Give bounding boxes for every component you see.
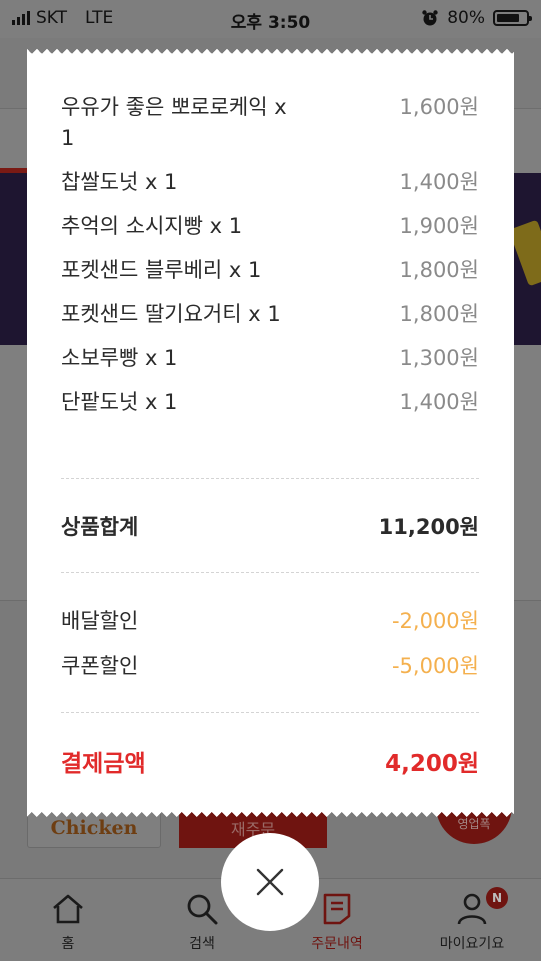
order-list-icon: [323, 893, 351, 925]
order-item: 포켓샌드 블루베리 x 1 1,800원: [61, 255, 479, 286]
nav-item-home[interactable]: 홈: [8, 885, 128, 953]
order-item-price: 1,300원: [399, 346, 479, 370]
order-item-price: 1,400원: [399, 390, 479, 414]
order-item-price: 1,800원: [399, 302, 479, 326]
order-item-name: 추억의 소시지빵 x 1: [61, 214, 243, 238]
delivery-discount-label: 배달할인: [61, 609, 139, 633]
order-item: 추억의 소시지빵 x 1 1,900원: [61, 211, 479, 242]
background-banner-right: [508, 173, 541, 345]
subtotal-value: 11,200원: [378, 515, 479, 539]
receipt-zigzag-top: [27, 49, 514, 57]
coupon-discount-label: 쿠폰할인: [61, 654, 139, 678]
nav-label: 검색: [189, 936, 215, 952]
subtotal-row: 상품합계 11,200원: [61, 511, 479, 541]
nav-item-my-yogiyo[interactable]: N 마이요기요: [412, 885, 532, 953]
payment-total-label: 결제금액: [61, 751, 146, 777]
nav-label: 주문내역: [311, 936, 363, 952]
order-item-name: 포켓샌드 딸기요거티 x 1: [61, 302, 281, 326]
payment-total-value: 4,200원: [385, 751, 479, 777]
alarm-icon: [422, 10, 438, 26]
status-right: 80%: [421, 8, 532, 28]
order-item-price: 1,800원: [399, 258, 479, 282]
payment-total-row: 결제금액 4,200원: [61, 744, 479, 778]
order-item-name: 우유가 좋은 뽀로로케익 x 1: [61, 95, 287, 150]
subtotal-label: 상품합계: [61, 515, 139, 539]
order-item-name: 단팥도넛 x 1: [61, 390, 178, 414]
order-item-price: 1,900원: [399, 214, 479, 238]
coupon-discount-value: -5,000원: [391, 654, 479, 678]
receipt-zigzag-bottom: [27, 809, 514, 817]
order-item: 소보루빵 x 1 1,300원: [61, 343, 479, 374]
delivery-discount-row: 배달할인 -2,000원: [61, 605, 479, 635]
close-button[interactable]: [221, 833, 319, 931]
search-icon: [187, 894, 218, 925]
order-item-list: 우유가 좋은 뽀로로케익 x 1 1,600원 찹쌀도넛 x 1 1,400원 …: [61, 92, 479, 431]
order-item-name: 포켓샌드 블루베리 x 1: [61, 258, 262, 282]
coupon-discount-row: 쿠폰할인 -5,000원: [61, 650, 479, 680]
close-icon: [256, 868, 284, 896]
divider: [61, 712, 479, 713]
delivery-discount-value: -2,000원: [391, 609, 479, 633]
background-banner-left: [0, 173, 28, 345]
status-bar: SKT LTE 오후 3:50 80%: [0, 0, 541, 38]
order-item: 포켓샌드 딸기요거티 x 1 1,800원: [61, 299, 479, 330]
receipt-card: 우유가 좋은 뽀로로케익 x 1 1,600원 찹쌀도넛 x 1 1,400원 …: [27, 49, 514, 817]
divider: [61, 478, 479, 479]
new-badge: N: [486, 887, 508, 909]
order-item: 단팥도넛 x 1 1,400원: [61, 387, 479, 418]
order-item-name: 찹쌀도넛 x 1: [61, 170, 178, 194]
order-item-price: 1,400원: [399, 170, 479, 194]
order-item-price: 1,600원: [399, 95, 479, 119]
user-icon: [457, 893, 487, 925]
order-item-name: 소보루빵 x 1: [61, 346, 178, 370]
nav-label: 홈: [61, 936, 75, 952]
order-item: 찹쌀도넛 x 1 1,400원: [61, 167, 479, 198]
battery-percent: 80%: [447, 8, 485, 28]
battery-icon: [493, 10, 532, 26]
nav-label: 마이요기요: [439, 936, 505, 952]
home-icon: [53, 894, 83, 924]
divider: [61, 572, 479, 573]
order-item: 우유가 좋은 뽀로로케익 x 1 1,600원: [61, 92, 479, 154]
